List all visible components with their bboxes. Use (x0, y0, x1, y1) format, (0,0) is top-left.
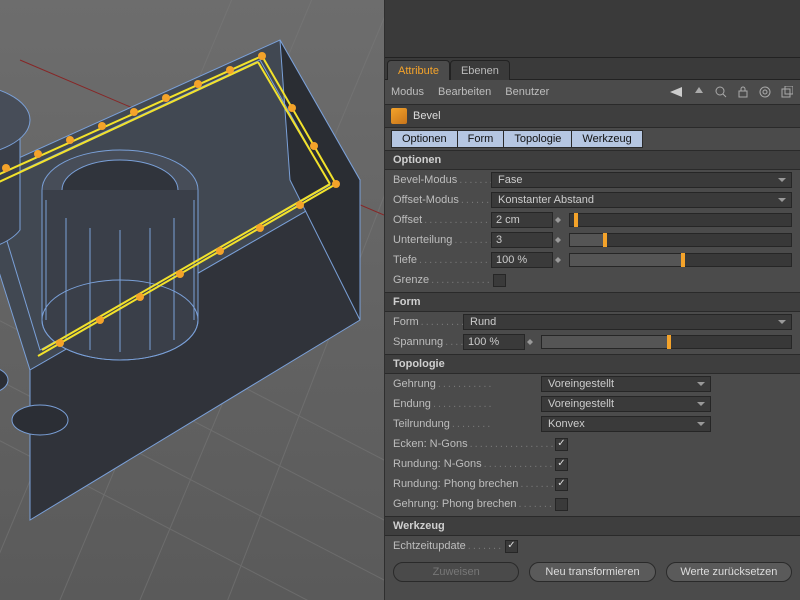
tool-header: Bevel (385, 104, 800, 128)
menu-modus[interactable]: Modus (391, 86, 424, 98)
label-grenze: Grenze (393, 274, 431, 286)
checkbox-gehrung-phong[interactable] (555, 498, 568, 511)
button-zuweisen: Zuweisen (393, 562, 519, 582)
field-offset[interactable]: 2 cm (491, 212, 553, 228)
label-echtzeit: Echtzeitupdate (393, 540, 468, 552)
label-endung: Endung (393, 398, 433, 410)
button-neu-transformieren[interactable]: Neu transformieren (529, 562, 655, 582)
spinner-offset[interactable] (555, 212, 565, 228)
tab-attribute[interactable]: Attribute (387, 60, 450, 80)
dropdown-form[interactable]: Rund (463, 314, 792, 330)
panel-top-gap (385, 0, 800, 58)
tool-name: Bevel (413, 110, 441, 122)
section-werkzeug: Werkzeug (385, 516, 800, 536)
field-unterteilung[interactable]: 3 (491, 232, 553, 248)
attribute-panel: Attribute Ebenen Modus Bearbeiten Benutz… (384, 0, 800, 600)
dropdown-gehrung[interactable]: Voreingestellt (541, 376, 711, 392)
lock-icon[interactable] (736, 85, 750, 99)
subtab-werkzeug[interactable]: Werkzeug (572, 130, 642, 148)
label-bevel-modus: Bevel-Modus (393, 174, 459, 186)
panel-main-tabs: Attribute Ebenen (385, 58, 800, 80)
slider-offset[interactable] (569, 213, 792, 227)
label-offset-modus: Offset-Modus (393, 194, 461, 206)
nav-back-icon[interactable] (670, 85, 684, 99)
viewport-3d[interactable] (0, 0, 384, 600)
bevel-tool-icon (391, 108, 407, 124)
checkbox-rundung-ngons[interactable] (555, 458, 568, 471)
target-icon[interactable] (758, 85, 772, 99)
search-icon[interactable] (714, 85, 728, 99)
subtab-optionen[interactable]: Optionen (391, 130, 458, 148)
label-teilrundung: Teilrundung (393, 418, 452, 430)
section-topologie: Topologie (385, 354, 800, 374)
spinner-spannung[interactable] (527, 334, 537, 350)
subtab-topologie[interactable]: Topologie (504, 130, 572, 148)
field-spannung[interactable]: 100 % (463, 334, 525, 350)
panel-menubar: Modus Bearbeiten Benutzer (385, 80, 800, 104)
label-offset: Offset (393, 214, 424, 226)
dropdown-offset-modus[interactable]: Konstanter Abstand (491, 192, 792, 208)
button-werte-zuruecksetzen[interactable]: Werte zurücksetzen (666, 562, 792, 582)
label-gehrung-phong: Gehrung: Phong brechen (393, 498, 519, 510)
dropdown-endung[interactable]: Voreingestellt (541, 396, 711, 412)
slider-unterteilung[interactable] (569, 233, 792, 247)
viewport-canvas (0, 0, 384, 600)
section-form: Form (385, 292, 800, 312)
menu-benutzer[interactable]: Benutzer (505, 86, 549, 98)
checkbox-rundung-phong[interactable] (555, 478, 568, 491)
label-rundung-ngons: Rundung: N-Gons (393, 458, 484, 470)
spinner-unterteilung[interactable] (555, 232, 565, 248)
new-window-icon[interactable] (780, 85, 794, 99)
field-tiefe[interactable]: 100 % (491, 252, 553, 268)
menu-bearbeiten[interactable]: Bearbeiten (438, 86, 491, 98)
nav-up-icon[interactable] (692, 85, 706, 99)
label-tiefe: Tiefe (393, 254, 419, 266)
dropdown-teilrundung[interactable]: Konvex (541, 416, 711, 432)
tool-subtabs: Optionen Form Topologie Werkzeug (385, 128, 800, 148)
spinner-tiefe[interactable] (555, 252, 565, 268)
checkbox-ecken-ngons[interactable] (555, 438, 568, 451)
checkbox-echtzeit[interactable] (505, 540, 518, 553)
label-ecken-ngons: Ecken: N-Gons (393, 438, 470, 450)
slider-tiefe[interactable] (569, 253, 792, 267)
slider-spannung[interactable] (541, 335, 792, 349)
label-gehrung: Gehrung (393, 378, 438, 390)
dropdown-bevel-modus[interactable]: Fase (491, 172, 792, 188)
label-unterteilung: Unterteilung (393, 234, 454, 246)
subtab-form[interactable]: Form (458, 130, 505, 148)
label-spannung: Spannung (393, 336, 445, 348)
label-form: Form (393, 316, 421, 328)
tab-ebenen[interactable]: Ebenen (450, 60, 510, 80)
checkbox-grenze[interactable] (493, 274, 506, 287)
section-optionen: Optionen (385, 150, 800, 170)
label-rundung-phong: Rundung: Phong brechen (393, 478, 520, 490)
